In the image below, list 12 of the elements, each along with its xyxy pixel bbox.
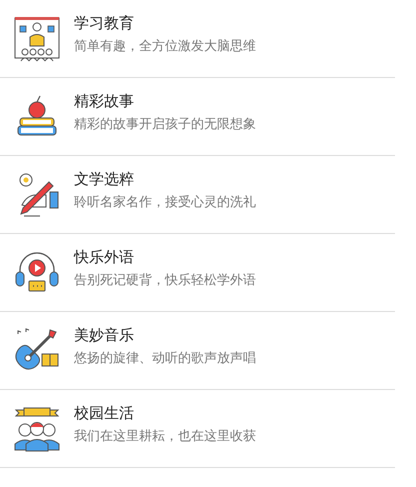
item-title: 快乐外语 — [74, 247, 135, 267]
item-subtitle: 简单有趣，全方位激发大脑思维 — [74, 38, 256, 56]
item-subtitle: 精彩的故事开启孩子的无限想象 — [74, 116, 256, 134]
item-subtitle: 悠扬的旋律、动听的歌声放声唱 — [74, 350, 256, 368]
item-title: 校园生活 — [74, 403, 135, 423]
item-title: 精彩故事 — [74, 91, 135, 111]
item-subtitle: 告别死记硬背，快乐轻松学外语 — [74, 272, 256, 290]
item-subtitle: 我们在这里耕耘，也在这里收获 — [74, 428, 256, 446]
item-title: 美妙音乐 — [74, 325, 135, 345]
item-title: 学习教育 — [74, 13, 135, 33]
item-subtitle: 聆听名家名作，接受心灵的洗礼 — [74, 194, 256, 212]
item-title: 文学选粹 — [74, 169, 135, 189]
